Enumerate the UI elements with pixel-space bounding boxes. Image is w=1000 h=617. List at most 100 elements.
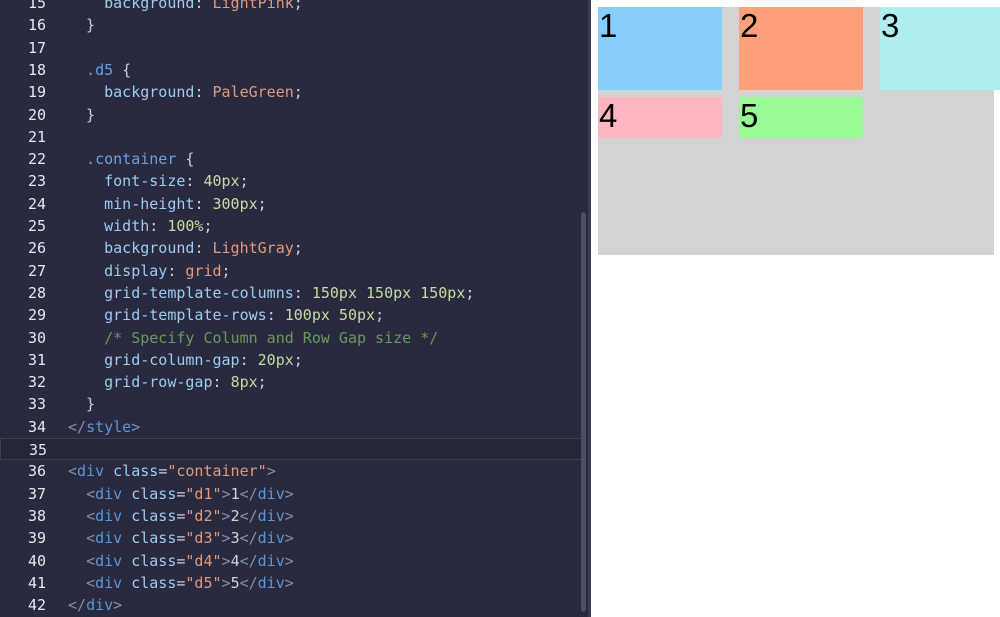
code-text: } [68,14,95,36]
code-line[interactable]: 37 <div class="d1">1</div> [0,483,583,505]
code-line[interactable]: 22 .container { [0,148,583,170]
line-number: 32 [27,373,46,392]
code-token: : [212,373,231,392]
code-token: min-height [104,194,195,213]
code-token: grid-row-gap [104,373,213,392]
code-token: "d4" [185,551,222,570]
code-token: grid-column-gap [104,350,240,369]
line-number: 38 [27,506,46,525]
grid-item-1: 1 [598,7,722,90]
code-token: ; [293,350,303,369]
code-line[interactable]: 24 min-height: 300px; [0,193,583,215]
code-token: div [95,551,123,570]
code-token: div [86,596,114,615]
code-token: > [284,506,294,525]
code-line[interactable]: 36 <div class="container"> [0,460,583,482]
code-line[interactable]: 20 } [0,104,583,126]
code-token: > [284,529,294,548]
code-line[interactable]: 35 [0,438,583,461]
line-number: 15 [27,0,46,12]
code-text: <div class="d3">3</div> [68,527,294,549]
code-token: class [131,573,177,592]
code-text: .d5 { [68,59,131,81]
code-token: ; [293,239,303,258]
code-token: </ [68,596,87,615]
code-token: : [194,194,213,213]
code-line[interactable]: 32 grid-row-gap: 8px; [0,371,583,393]
code-line[interactable]: 30 /* Specify Column and Row Gap size */ [0,327,583,349]
code-token: 300px [212,194,258,213]
code-token: { [176,150,195,169]
code-text: grid-row-gap: 8px; [68,371,267,393]
line-number: 39 [27,529,46,548]
code-token: </ [239,484,258,503]
code-token: div [95,573,123,592]
code-line[interactable]: 40 <div class="d4">4</div> [0,550,583,572]
code-editor[interactable]: 15 background: LightPink; 16 } 17 18 .d5 {1… [0,0,590,617]
code-line[interactable]: 31 grid-column-gap: 20px; [0,349,583,371]
code-token: class [131,551,177,570]
code-token: background [104,0,195,12]
preview-grid-container: 123 45 [598,7,1000,255]
code-token: 1 [230,484,240,503]
code-token: 100% [167,217,204,235]
code-token: 8px [230,373,258,392]
code-line[interactable]: 41 <div class="d5">5</div> [0,572,583,594]
code-token: > [221,506,231,525]
code-token: ; [239,172,249,191]
code-line[interactable]: 29 grid-template-rows: 100px 50px; [0,304,583,326]
code-token: "container" [167,462,267,481]
code-token: < [86,506,96,525]
code-token: div [257,506,285,525]
code-line[interactable]: 25 width: 100%; [0,215,583,237]
code-line[interactable]: 26 background: LightGray; [0,237,583,259]
code-text: grid-column-gap: 20px; [68,349,303,371]
code-token: ; [465,283,475,302]
code-token: < [86,551,96,570]
code-token: div [95,529,123,548]
code-token: 40px [203,172,240,191]
code-line[interactable]: 19 background: PaleGreen; [0,81,583,103]
code-token: /* Specify Column and Row Gap size */ [104,328,439,347]
editor-scrollbar[interactable] [581,212,586,612]
code-line[interactable]: 21 [0,126,583,148]
code-line[interactable]: 23 font-size: 40px; [0,170,583,192]
code-line[interactable]: 16 } [0,14,583,36]
code-token: > [221,484,231,503]
line-number: 29 [27,306,46,325]
pane-divider[interactable] [588,0,591,617]
code-token: </ [239,551,258,570]
line-number: 35 [28,441,47,459]
code-token: < [86,484,96,503]
line-number: 23 [27,172,46,191]
code-line[interactable]: 38 <div class="d2">2</div> [0,505,583,527]
code-token: div [257,573,285,592]
code-line[interactable]: 33 } [0,393,583,415]
code-line[interactable]: 27 display: grid; [0,260,583,282]
code-line[interactable]: 39 <div class="d3">3</div> [0,527,583,549]
line-number: 34 [27,417,46,436]
code-token: LightGray [212,239,294,258]
code-line[interactable]: 17 [0,37,583,59]
code-text: } [68,104,95,126]
code-token: } [68,16,96,35]
code-line[interactable]: 42 </div> [0,594,583,616]
line-number: 19 [27,83,46,102]
line-number: 24 [27,194,46,213]
grid-item-3: 3 [880,7,1000,90]
code-line[interactable]: 18 .d5 { [0,59,583,81]
code-line[interactable]: 28 grid-template-columns: 150px 150px 15… [0,282,583,304]
code-token: div [257,484,285,503]
code-text: <div class="d2">2</div> [68,505,294,527]
code-line[interactable]: 15 background: LightPink; [0,0,583,14]
code-line[interactable]: 34 </style> [0,416,583,438]
